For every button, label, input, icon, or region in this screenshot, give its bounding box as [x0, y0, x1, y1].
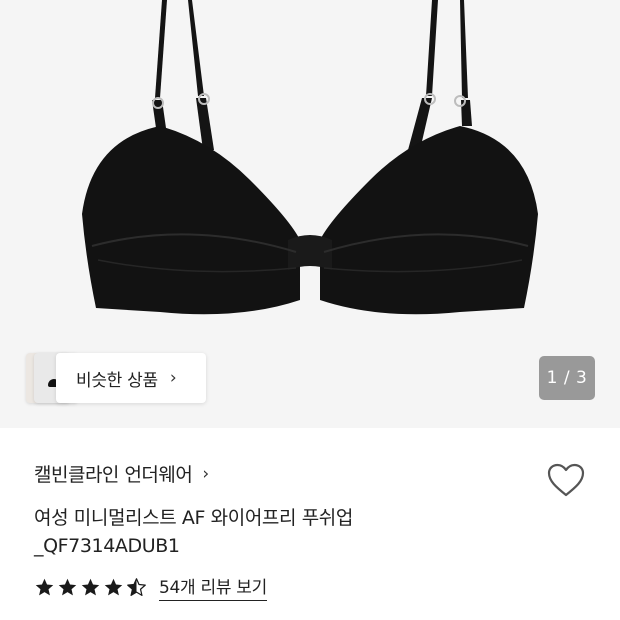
chevron-right-icon: ›: [202, 463, 210, 484]
heart-outline-icon: [547, 463, 585, 497]
star-icon: [104, 578, 123, 595]
brand-name: 캘빈클라인 언더웨어: [34, 464, 193, 486]
rating-row: 54개 리뷰 보기: [34, 573, 267, 601]
chevron-right-icon: ›: [169, 368, 177, 388]
review-link[interactable]: 54개 리뷰 보기: [159, 573, 267, 601]
similar-products-label: 비슷한 상품: [76, 370, 158, 391]
star-rating: [34, 577, 149, 598]
star-icon: [58, 578, 77, 595]
similar-products-button[interactable]: 비슷한 상품 ›: [26, 353, 206, 403]
product-image-gallery[interactable]: 비슷한 상품 › 1 / 3: [0, 0, 620, 428]
half-star-icon: [127, 577, 146, 596]
star-icon: [35, 578, 54, 595]
product-title-line-1: 여성 미니멀리스트 AF 와이어프리 푸쉬업: [34, 507, 353, 529]
star-icon: [81, 578, 100, 595]
wishlist-button[interactable]: [546, 462, 586, 498]
page-counter-text: 1 / 3: [546, 368, 588, 388]
product-title-line-2: _QF7314ADUB1: [34, 535, 180, 557]
image-page-counter: 1 / 3: [539, 356, 595, 400]
brand-link[interactable]: 캘빈클라인 언더웨어 ›: [34, 460, 209, 487]
similar-products-card[interactable]: 비슷한 상품 ›: [56, 353, 206, 403]
